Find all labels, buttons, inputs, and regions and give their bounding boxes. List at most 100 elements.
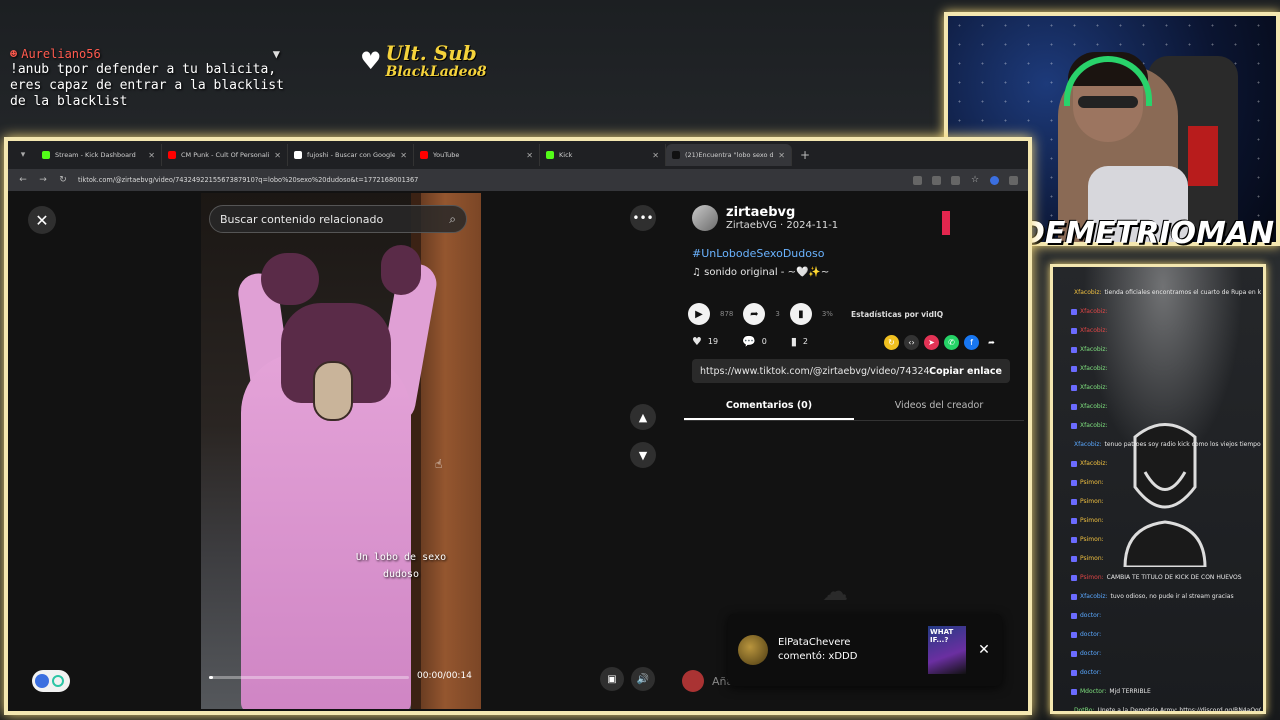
comments-count: 0 [761, 337, 767, 346]
tab-close-icon[interactable]: ✕ [274, 151, 281, 160]
stats-label[interactable]: Estadísticas por vidIQ [851, 310, 943, 319]
new-tab-button[interactable]: + [800, 148, 810, 162]
translate-icon[interactable] [913, 175, 922, 185]
extension-toggle[interactable] [32, 670, 70, 692]
previous-video-button[interactable]: ▲ [630, 404, 656, 430]
chat-badge-icon [1071, 308, 1077, 315]
creator-header[interactable]: zirtaebvg ZirtaebVG · 2024-11-1 [692, 205, 838, 231]
tab-title: Stream - Kick Dashboard [55, 151, 136, 159]
tab-close-icon[interactable]: ✕ [778, 151, 785, 160]
video-player[interactable]: Buscar contenido relacionado ⌕ Un lobo d… [201, 193, 481, 709]
bookmark-icon[interactable]: ▮ [791, 335, 797, 348]
chat-text: Unete a la Demetrio Army: https://discor… [1097, 707, 1261, 714]
overlay-chat-message: ☻ Aureliano56 ▼ !anub tpor defender a tu… [10, 46, 300, 110]
reload-icon[interactable]: ↻ [58, 175, 68, 185]
tab-favicon-icon [672, 151, 680, 159]
tab-creator-videos[interactable]: Videos del creador [854, 395, 1024, 420]
more-options-button[interactable]: ••• [630, 205, 656, 231]
chat-username: Xfacobiz: [1080, 403, 1108, 410]
vidiq-stats-row: ▶ 878 ➦ 3 ▮ 3% Estadísticas por vidIQ [688, 303, 943, 325]
follow-button[interactable] [942, 211, 950, 235]
close-icon[interactable]: ✕ [976, 642, 992, 658]
notification-text: comentó: xDDD [778, 651, 858, 662]
chat-username: Xfacobiz: [1080, 327, 1108, 334]
chat-badge-icon [1071, 346, 1077, 353]
tab-title: CM Punk - Cult Of Personality [181, 151, 270, 159]
post-sound[interactable]: ♫ sonido original - ~🤍✨~ [692, 267, 829, 278]
zoom-icon[interactable] [932, 175, 941, 185]
empty-comments-icon: ☁ [822, 577, 848, 607]
whatsapp-icon[interactable]: ✆ [944, 335, 959, 350]
video-progress-bar[interactable] [209, 676, 409, 679]
browser-tab[interactable]: Stream - Kick Dashboard ✕ [36, 144, 162, 166]
bar-chart-icon[interactable]: ▮ [789, 303, 812, 325]
tab-close-icon[interactable]: ✕ [652, 151, 659, 160]
send-icon[interactable]: ➤ [924, 335, 939, 350]
tab-close-icon[interactable]: ✕ [400, 151, 407, 160]
chat-line: Xfacobiz: [1071, 340, 1261, 359]
saves-count: 2 [802, 337, 809, 346]
browser-tab[interactable]: fujoshi - Buscar con Google ✕ [288, 144, 414, 166]
chat-badge-icon [1071, 669, 1077, 676]
tab-search-icon[interactable]: ▾ [16, 148, 30, 162]
extension-icon[interactable] [990, 175, 999, 185]
close-video-button[interactable]: ✕ [28, 206, 56, 234]
search-icon[interactable]: ⌕ [449, 212, 456, 227]
tab-favicon-icon [168, 151, 176, 159]
browser-tab[interactable]: YouTube ✕ [414, 144, 540, 166]
chat-messages: Xfacobiz: tienda oficiales encontramos el… [1071, 283, 1261, 714]
like-icon[interactable]: ♥ [692, 335, 702, 348]
chat-line: Xfacobiz: tuvo odioso, no pude ir al stre… [1071, 587, 1261, 606]
tab-title: (21)Encuentra "lobo sexo d [685, 151, 774, 159]
volume-button[interactable]: 🔊 [631, 667, 655, 691]
post-link[interactable]: https://www.tiktok.com/@zirtaebvg/video/… [700, 366, 929, 377]
related-search-input[interactable]: Buscar contenido relacionado ⌕ [209, 205, 467, 233]
related-search-placeholder: Buscar contenido relacionado [220, 212, 384, 226]
chat-username: Xfacobiz: [1074, 441, 1102, 448]
chat-username: Xfacobiz: [1074, 289, 1102, 296]
embed-icon[interactable]: ‹› [904, 335, 919, 350]
back-icon[interactable]: ← [18, 175, 28, 185]
chat-badge-icon [1071, 365, 1077, 372]
browser-tab[interactable]: CM Punk - Cult Of Personality ✕ [162, 144, 288, 166]
repost-icon[interactable]: ↻ [884, 335, 899, 350]
chat-line: Psimon: [1071, 473, 1261, 492]
share-icons: ↻ ‹› ➤ ✆ f ➦ [884, 335, 999, 350]
comment-icon[interactable]: 💬 [742, 335, 756, 348]
post-hashtag[interactable]: #UnLobodeSexoDudoso [692, 247, 824, 260]
browser-tab[interactable]: (21)Encuentra "lobo sexo d ✕ [666, 144, 792, 166]
share-arrow-icon[interactable]: ➦ [743, 303, 766, 325]
tab-title: YouTube [433, 151, 460, 159]
notification-thumbnail[interactable]: WHAT IF...? [928, 626, 966, 674]
creator-username[interactable]: zirtaebvg [726, 205, 838, 220]
chat-username: Psimon: [1080, 498, 1104, 505]
tab-comments[interactable]: Comentarios (0) [684, 395, 854, 420]
chat-text: tuvo odioso, no pude ir al stream gracia… [1110, 593, 1234, 600]
chat-badge-icon [1071, 517, 1077, 524]
bookmark-star-icon[interactable]: ☆ [970, 175, 980, 185]
comment-notification[interactable]: ElPataChevere comentó: xDDD WHAT IF...? … [728, 614, 1002, 686]
likes-count: 19 [707, 337, 719, 346]
play-icon[interactable]: ▶ [688, 303, 710, 325]
url-field[interactable]: tiktok.com/@zirtaebvg/video/743249221556… [78, 176, 903, 184]
profile-icon[interactable] [1009, 175, 1018, 185]
forward-icon[interactable]: → [38, 175, 48, 185]
video-caption: Un lobo de sexo dudoso [355, 552, 447, 580]
more-share-icon[interactable]: ➦ [984, 335, 999, 350]
facebook-icon[interactable]: f [964, 335, 979, 350]
chat-badge-icon [1071, 688, 1077, 695]
install-icon[interactable] [951, 175, 960, 185]
mouse-cursor-icon: ☝ [435, 457, 443, 471]
tab-favicon-icon [420, 151, 428, 159]
user-icon: ☻ [10, 47, 18, 61]
copy-link-button[interactable]: Copiar enlace [929, 366, 1002, 377]
browser-tab[interactable]: Kick ✕ [540, 144, 666, 166]
chat-line: Psimon: [1071, 549, 1261, 568]
chat-badge-icon [1071, 479, 1077, 486]
next-video-button[interactable]: ▼ [630, 442, 656, 468]
tab-close-icon[interactable]: ✕ [148, 151, 155, 160]
creator-avatar[interactable] [692, 205, 718, 231]
chat-line: doctor: [1071, 606, 1261, 625]
pip-button[interactable]: ▣ [600, 667, 624, 691]
tab-close-icon[interactable]: ✕ [526, 151, 533, 160]
